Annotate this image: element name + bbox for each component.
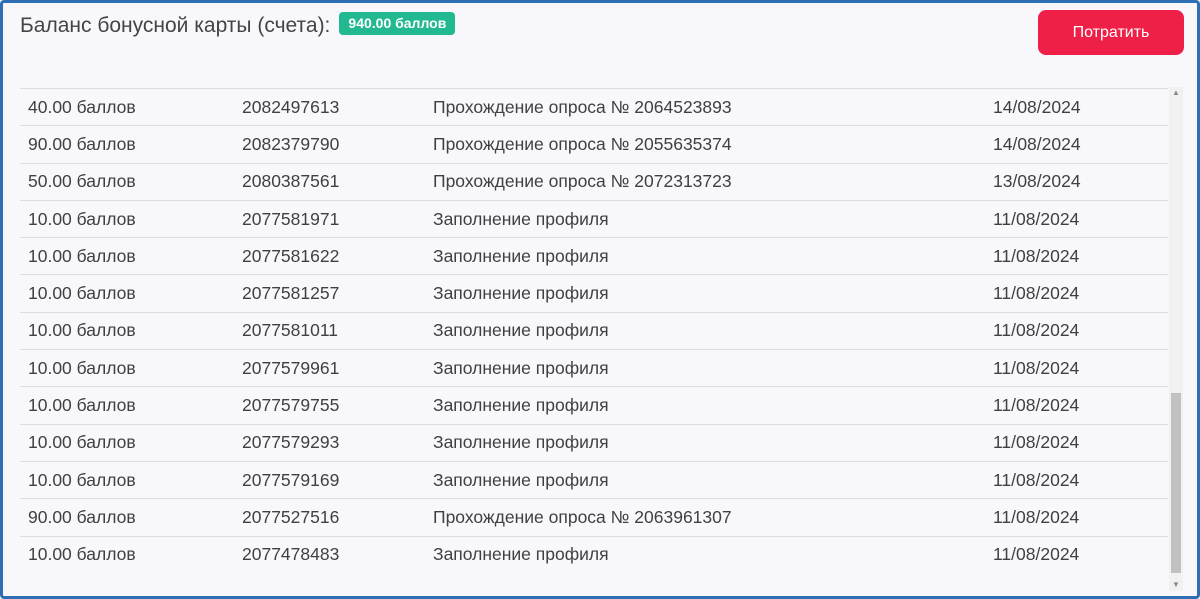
table-row: 40.00 баллов 2082497613 Прохождение опроса… [20, 88, 1168, 126]
balance-header: Баланс бонусной карты (счета): 940.00 ба… [20, 11, 456, 38]
date-cell: 11/08/2024 [993, 544, 1080, 565]
description-cell: Прохождение опроса № 2055635374 [433, 133, 732, 154]
table-row: 90.00 баллов 2082379790 Прохождение опроса… [20, 125, 1168, 163]
transaction-id-cell: 2082379790 [242, 133, 340, 154]
transaction-id-cell: 2077581622 [242, 245, 340, 266]
scroll-up-arrow-icon[interactable]: ▲ [1169, 87, 1183, 99]
table-row: 50.00 баллов 2080387561 Прохождение опроса… [20, 163, 1168, 200]
date-cell: 14/08/2024 [993, 96, 1081, 117]
scroll-down-arrow-icon[interactable]: ▼ [1169, 579, 1183, 591]
transaction-id-cell: 2077579169 [242, 469, 340, 490]
date-cell: 11/08/2024 [993, 432, 1080, 453]
amount-cell: 10.00 баллов [28, 357, 136, 378]
description-cell: Заполнение профиля [433, 432, 609, 453]
transaction-id-cell: 2077579293 [242, 432, 340, 453]
date-cell: 13/08/2024 [993, 171, 1081, 192]
balance-badge: 940.00 баллов [339, 11, 456, 35]
transaction-id-cell: 2077579755 [242, 395, 340, 416]
description-cell: Прохождение опроса № 2072313723 [433, 171, 732, 192]
transaction-id-cell: 2077527516 [242, 506, 340, 527]
amount-cell: 10.00 баллов [28, 208, 136, 229]
table-row: 10.00 баллов 2077478483 Заполнение профиля… [20, 536, 1168, 573]
table-row: 10.00 баллов 2077581257 Заполнение профиля… [20, 274, 1168, 312]
table-row: 10.00 баллов 2077579961 Заполнение профиля… [20, 349, 1168, 387]
date-cell: 14/08/2024 [993, 133, 1081, 154]
amount-cell: 90.00 баллов [28, 506, 136, 527]
table-row: 90.00 баллов 2077527516 Прохождение опроса… [20, 498, 1168, 536]
table-row: 10.00 баллов 2077581971 Заполнение профиля… [20, 200, 1168, 237]
date-cell: 11/08/2024 [993, 357, 1080, 378]
spend-button[interactable]: Потратить [1038, 10, 1184, 55]
amount-cell: 40.00 баллов [28, 96, 136, 117]
amount-cell: 10.00 баллов [28, 245, 136, 266]
description-cell: Заполнение профиля [433, 469, 609, 490]
table-row: 10.00 баллов 2077581622 Заполнение профиля… [20, 237, 1168, 275]
description-cell: Заполнение профиля [433, 395, 609, 416]
bonus-card-panel: Баланс бонусной карты (счета): 940.00 ба… [0, 0, 1200, 599]
table-scrollbar[interactable]: ▲ ▼ [1169, 87, 1183, 591]
transaction-id-cell: 2077581257 [242, 283, 340, 304]
description-cell: Заполнение профиля [433, 208, 609, 229]
transaction-id-cell: 2077478483 [242, 544, 340, 565]
table-row: 10.00 баллов 2077579755 Заполнение профиля… [20, 386, 1168, 424]
amount-cell: 10.00 баллов [28, 544, 136, 565]
table-row: 10.00 баллов 2077581011 Заполнение профиля… [20, 312, 1168, 349]
description-cell: Заполнение профиля [433, 544, 609, 565]
transaction-id-cell: 2082497613 [242, 96, 340, 117]
date-cell: 11/08/2024 [993, 283, 1080, 304]
table-row: 10.00 баллов 2077579293 Заполнение профиля… [20, 424, 1168, 461]
transaction-id-cell: 2077581971 [242, 208, 340, 229]
amount-cell: 10.00 баллов [28, 432, 136, 453]
amount-cell: 50.00 баллов [28, 171, 136, 192]
amount-cell: 10.00 баллов [28, 283, 136, 304]
description-cell: Заполнение профиля [433, 357, 609, 378]
amount-cell: 10.00 баллов [28, 395, 136, 416]
description-cell: Заполнение профиля [433, 245, 609, 266]
date-cell: 11/08/2024 [993, 245, 1080, 266]
transactions-table: 40.00 баллов 2082497613 Прохождение опроса… [20, 88, 1168, 573]
date-cell: 11/08/2024 [993, 320, 1080, 341]
date-cell: 11/08/2024 [993, 469, 1080, 490]
date-cell: 11/08/2024 [993, 208, 1080, 229]
transaction-id-cell: 2080387561 [242, 171, 340, 192]
transaction-id-cell: 2077581011 [242, 320, 339, 341]
date-cell: 11/08/2024 [993, 506, 1080, 527]
description-cell: Прохождение опроса № 2063961307 [433, 506, 732, 527]
description-cell: Заполнение профиля [433, 283, 609, 304]
balance-title: Баланс бонусной карты (счета): [20, 14, 331, 37]
amount-cell: 10.00 баллов [28, 469, 136, 490]
scrollbar-thumb[interactable] [1171, 393, 1181, 573]
date-cell: 11/08/2024 [993, 395, 1080, 416]
table-row: 10.00 баллов 2077579169 Заполнение профиля… [20, 461, 1168, 498]
transactions-list: 40.00 баллов 2082497613 Прохождение опроса… [20, 88, 1168, 588]
amount-cell: 90.00 баллов [28, 133, 136, 154]
amount-cell: 10.00 баллов [28, 320, 136, 341]
transaction-id-cell: 2077579961 [242, 357, 340, 378]
description-cell: Прохождение опроса № 2064523893 [433, 96, 732, 117]
description-cell: Заполнение профиля [433, 320, 609, 341]
